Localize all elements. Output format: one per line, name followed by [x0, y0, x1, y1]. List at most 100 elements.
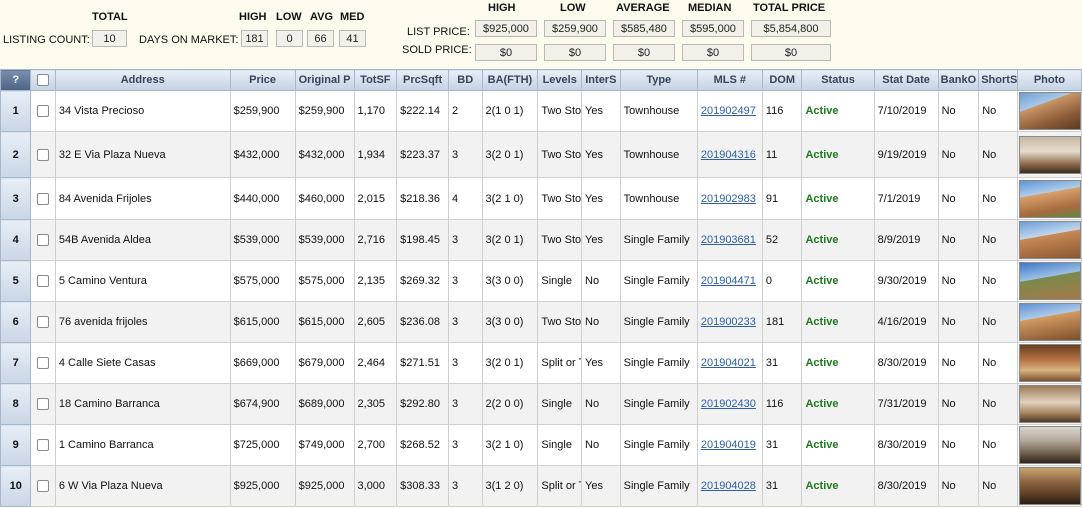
col-levels[interactable]: Levels: [537, 69, 583, 91]
table-row[interactable]: 1 34 Vista Precioso $259,900 $259,900 1,170 $…: [0, 90, 1082, 132]
row-select-cell[interactable]: [30, 342, 56, 384]
row-select-cell[interactable]: [30, 219, 56, 261]
property-photo-thumbnail[interactable]: [1018, 179, 1081, 218]
mls-cell[interactable]: 201903681: [696, 219, 763, 261]
select-all-header[interactable]: [30, 69, 56, 91]
mls-link[interactable]: 201903681: [701, 234, 756, 246]
table-row[interactable]: 4 54B Avenida Aldea $539,000 $539,000 2,716 $…: [0, 219, 1082, 261]
ba-cell: 2(1 0 1): [481, 90, 539, 132]
property-photo-thumbnail[interactable]: [1018, 467, 1081, 505]
mls-cell[interactable]: 201904471: [696, 260, 763, 302]
row-checkbox[interactable]: [37, 105, 50, 118]
table-row[interactable]: 3 84 Avenida Frijoles $440,000 $460,000 2,01…: [0, 177, 1082, 220]
sold-price-low: $0: [544, 44, 606, 61]
property-photo-thumbnail[interactable]: [1018, 135, 1081, 174]
row-checkbox[interactable]: [37, 148, 50, 161]
row-checkbox[interactable]: [37, 398, 50, 411]
photo-cell[interactable]: [1016, 383, 1082, 425]
col-dom[interactable]: DOM: [761, 69, 803, 91]
photo-cell[interactable]: [1016, 465, 1082, 507]
mls-cell[interactable]: 201904021: [696, 342, 763, 384]
row-checkbox[interactable]: [37, 480, 50, 493]
mls-cell[interactable]: 201904028: [696, 465, 763, 507]
row-number: 6: [0, 301, 32, 343]
col-type[interactable]: Type: [619, 69, 698, 91]
photo-cell[interactable]: [1016, 90, 1082, 132]
price-cell: $259,900: [229, 90, 296, 132]
property-photo-thumbnail[interactable]: [1018, 344, 1081, 382]
mls-link[interactable]: 201900233: [701, 316, 756, 328]
col-shorts[interactable]: ShortS: [978, 69, 1018, 91]
col-stat-date[interactable]: Stat Date: [873, 69, 939, 91]
photo-cell[interactable]: [1016, 260, 1082, 302]
col-price[interactable]: Price: [229, 69, 296, 91]
property-photo-thumbnail[interactable]: [1018, 262, 1081, 300]
select-all-checkbox[interactable]: [37, 74, 50, 87]
col-address[interactable]: Address: [54, 69, 231, 91]
table-row[interactable]: 10 6 W Via Plaza Nueva $925,000 $925,000 3,0…: [0, 465, 1082, 507]
table-row[interactable]: 2 32 E Via Plaza Nueva $432,000 $432,000 1,9…: [0, 131, 1082, 178]
property-photo-thumbnail[interactable]: [1018, 426, 1081, 464]
row-checkbox[interactable]: [37, 357, 50, 370]
row-select-cell[interactable]: [30, 131, 56, 178]
days-high-header: HIGH: [239, 11, 267, 23]
col-totsf[interactable]: TotSF: [353, 69, 398, 91]
days-med-header: MED: [340, 11, 365, 23]
row-checkbox[interactable]: [37, 439, 50, 452]
photo-cell[interactable]: [1016, 219, 1082, 261]
photo-cell[interactable]: [1016, 342, 1082, 384]
col-prcsqft[interactable]: PrcSqft: [396, 69, 449, 91]
col-ba[interactable]: BA(FTH): [481, 69, 539, 91]
property-photo-thumbnail[interactable]: [1018, 303, 1081, 341]
property-photo-thumbnail[interactable]: [1018, 385, 1081, 423]
col-mls[interactable]: MLS #: [696, 69, 763, 91]
row-select-cell[interactable]: [30, 90, 56, 132]
mls-link[interactable]: 201902983: [701, 193, 756, 205]
mls-link[interactable]: 201904471: [701, 275, 756, 287]
mls-link[interactable]: 201904028: [701, 480, 756, 492]
row-checkbox[interactable]: [37, 316, 50, 329]
col-banko[interactable]: BankO: [937, 69, 980, 91]
mls-link[interactable]: 201904316: [701, 149, 756, 161]
row-select-cell[interactable]: [30, 301, 56, 343]
row-select-cell[interactable]: [30, 424, 56, 466]
table-row[interactable]: 8 18 Camino Barranca $674,900 $689,000 2,305…: [0, 383, 1082, 425]
mls-link[interactable]: 201904019: [701, 439, 756, 451]
row-select-cell[interactable]: [30, 465, 56, 507]
stat-date-cell: 4/16/2019: [873, 301, 939, 343]
mls-link[interactable]: 201902430: [701, 398, 756, 410]
mls-cell[interactable]: 201902430: [696, 383, 763, 425]
mls-cell[interactable]: 201902983: [696, 177, 763, 220]
help-header[interactable]: ?: [0, 69, 32, 91]
col-status[interactable]: Status: [801, 69, 875, 91]
mls-cell[interactable]: 201904316: [696, 131, 763, 178]
mls-link[interactable]: 201904021: [701, 357, 756, 369]
photo-cell[interactable]: [1016, 301, 1082, 343]
row-select-cell[interactable]: [30, 383, 56, 425]
photo-cell[interactable]: [1016, 424, 1082, 466]
property-photo-thumbnail[interactable]: [1018, 221, 1081, 259]
row-checkbox[interactable]: [37, 192, 50, 205]
property-photo-thumbnail[interactable]: [1018, 92, 1081, 130]
col-inters[interactable]: InterS: [581, 69, 621, 91]
mls-link[interactable]: 201902497: [701, 105, 756, 117]
status-cell: Active: [801, 383, 875, 425]
mls-cell[interactable]: 201902497: [696, 90, 763, 132]
mls-cell[interactable]: 201900233: [696, 301, 763, 343]
col-original-price[interactable]: Original P: [294, 69, 355, 91]
table-row[interactable]: 9 1 Camino Barranca $725,000 $749,000 2,700 $…: [0, 424, 1082, 466]
col-bd[interactable]: BD: [447, 69, 483, 91]
photo-cell[interactable]: [1016, 131, 1082, 178]
table-row[interactable]: 6 76 avenida frijoles $615,000 $615,000 2,60…: [0, 301, 1082, 343]
original-price-cell: $749,000: [294, 424, 355, 466]
totsf-cell: 1,934: [353, 131, 398, 178]
photo-cell[interactable]: [1016, 177, 1082, 220]
row-select-cell[interactable]: [30, 177, 56, 220]
row-select-cell[interactable]: [30, 260, 56, 302]
row-checkbox[interactable]: [37, 275, 50, 288]
table-row[interactable]: 7 4 Calle Siete Casas $669,000 $679,000 2,46…: [0, 342, 1082, 384]
mls-cell[interactable]: 201904019: [696, 424, 763, 466]
price-low-header: LOW: [560, 2, 586, 14]
row-checkbox[interactable]: [37, 234, 50, 247]
table-row[interactable]: 55 Camino Ventura $575,000 $575,000 2,135 $2…: [0, 260, 1082, 302]
